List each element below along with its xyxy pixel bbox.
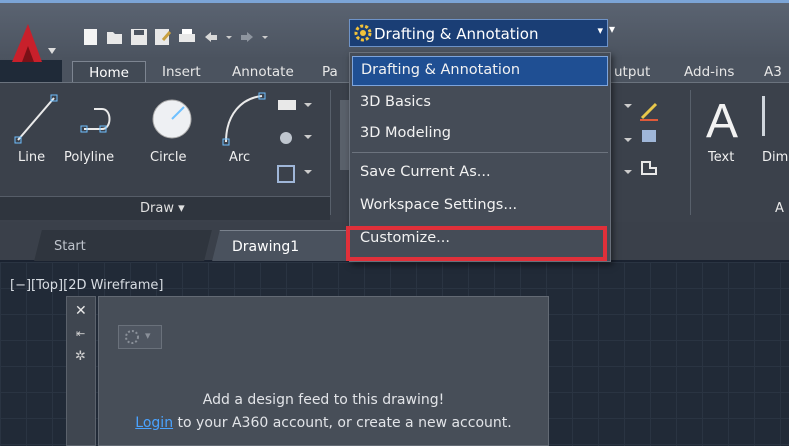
arc-icon[interactable]: [222, 90, 266, 150]
design-feed-message: Add a design feed to this drawing!: [202, 392, 445, 408]
viewport-controls[interactable]: [−][Top][2D Wireframe]: [10, 278, 163, 293]
tool-text[interactable]: Text: [708, 150, 734, 165]
login-link[interactable]: Login: [135, 415, 173, 431]
menu-item-drafting-annotation[interactable]: Drafting & Annotation: [352, 56, 608, 86]
tab-home[interactable]: Home: [72, 61, 146, 83]
tool-line[interactable]: Line: [18, 150, 45, 165]
menu-separator: [352, 152, 608, 153]
tab-a360[interactable]: A3: [764, 61, 782, 83]
draw-panel-title[interactable]: Draw ▾: [140, 201, 185, 216]
tab-insert[interactable]: Insert: [162, 61, 201, 83]
panel-divider: [330, 90, 331, 215]
rectangle-icon[interactable]: [276, 98, 316, 192]
tab-parametric[interactable]: Pa: [322, 61, 338, 83]
palette-title-strip: ✕ ⇤ ✲: [66, 296, 96, 446]
gear-icon: [354, 24, 372, 42]
close-icon[interactable]: ✕: [75, 303, 87, 319]
gear-icon: [123, 328, 141, 350]
annotation-panel-title[interactable]: A: [775, 201, 784, 216]
line-icon[interactable]: [14, 92, 60, 150]
design-feed-login-text: to your A360 account, or create a new ac…: [173, 415, 512, 431]
workspace-dropdown[interactable]: Drafting & Annotation ▾: [349, 19, 608, 47]
redo-icon[interactable]: [238, 28, 272, 46]
menu-item-3d-modeling[interactable]: 3D Modeling: [352, 120, 608, 150]
save-as-icon[interactable]: [154, 28, 172, 46]
open-icon[interactable]: [106, 28, 124, 46]
workspace-current-label: Drafting & Annotation: [374, 25, 539, 43]
chevron-down-icon: ▾: [145, 329, 151, 342]
tool-circle[interactable]: Circle: [150, 150, 187, 165]
text-tool-icon[interactable]: A: [706, 94, 738, 149]
new-icon[interactable]: [82, 28, 100, 46]
annotation-tools-icon[interactable]: [622, 100, 662, 184]
save-icon[interactable]: [130, 28, 148, 46]
tab-annotate[interactable]: Annotate: [232, 61, 294, 83]
panel-divider: [690, 90, 691, 215]
tool-dim[interactable]: Dim: [762, 150, 788, 165]
polyline-icon[interactable]: [80, 95, 128, 147]
tab-add-ins[interactable]: Add-ins: [684, 61, 734, 83]
tool-polyline[interactable]: Polyline: [64, 150, 114, 165]
autocad-logo-icon[interactable]: [8, 18, 60, 66]
dimension-icon[interactable]: [762, 96, 765, 136]
design-feed-login-line: Login to your A360 account, or create a …: [98, 415, 549, 431]
tab-output[interactable]: utput: [614, 61, 650, 83]
menu-item-save-current-as[interactable]: Save Current As...: [352, 159, 608, 189]
menu-item-workspace-settings[interactable]: Workspace Settings...: [352, 192, 608, 222]
undo-icon[interactable]: [202, 28, 236, 46]
auto-hide-icon[interactable]: ⇤: [76, 327, 85, 340]
circle-icon[interactable]: [150, 97, 194, 145]
customize-highlight-box: [346, 226, 607, 261]
tool-arc[interactable]: Arc: [229, 150, 250, 165]
properties-icon[interactable]: ✲: [75, 349, 86, 364]
tab-drawing1[interactable]: Drawing1: [232, 239, 299, 255]
qat-customize-icon[interactable]: ▾: [609, 22, 623, 44]
feed-settings-button[interactable]: ▾: [118, 325, 162, 349]
plot-icon[interactable]: [178, 28, 196, 46]
menu-item-3d-basics[interactable]: 3D Basics: [352, 89, 608, 119]
tab-start[interactable]: Start: [54, 239, 86, 254]
chevron-down-icon: ▾: [597, 24, 603, 37]
